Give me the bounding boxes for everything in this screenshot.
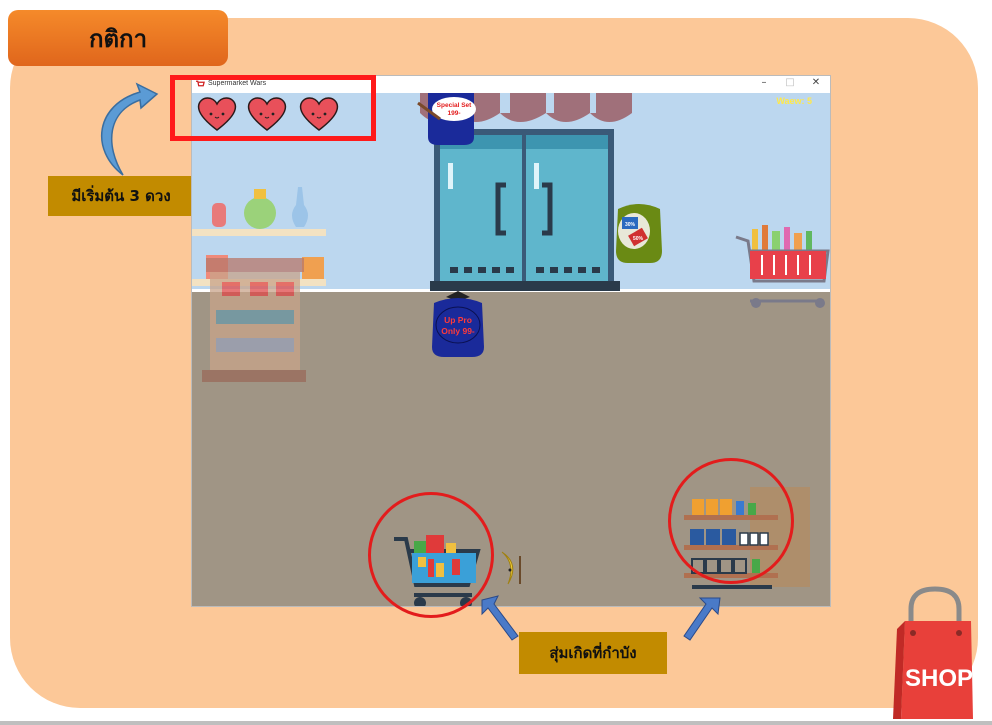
enemy-discount[interactable]: 30% 50% <box>610 203 668 267</box>
close-button[interactable]: ✕ <box>806 77 826 88</box>
enemy-label-line2: Only 99- <box>441 326 475 336</box>
shop-label[interactable]: SHOP <box>905 665 973 693</box>
enemy-special-set[interactable]: Special Set 199- <box>416 93 486 145</box>
slide-bottom-rule <box>0 721 992 725</box>
banana-player-icon[interactable] <box>496 548 526 588</box>
curved-arrow-icon <box>100 82 159 176</box>
enemy-label-line1: Up Pro <box>444 315 472 325</box>
hearts-callout: มีเริ่มต้น 3 ดวง <box>48 176 194 216</box>
spawn-callout: สุ่มเกิดที่กำบัง <box>519 632 667 674</box>
shop-bag-icon[interactable] <box>893 585 977 719</box>
cover-highlight-circle <box>368 492 494 618</box>
minimize-button[interactable]: – <box>754 77 774 88</box>
enemy-label-line2: 50% <box>633 236 644 242</box>
cover-highlight-circle <box>668 458 794 584</box>
slide-title-tab: กติกา <box>8 10 228 66</box>
enemy-label-line2: 199- <box>447 110 460 117</box>
up-arrow-icon <box>481 595 519 641</box>
enemy-up-pro[interactable]: Up Pro Only 99- <box>428 291 488 357</box>
enemy-label-line1: 30% <box>625 222 636 228</box>
wave-counter: Waew: 5 <box>776 96 812 106</box>
maximize-button[interactable]: □ <box>780 77 800 88</box>
hearts-highlight-box <box>170 75 376 141</box>
enemy-label-line1: Special Set <box>437 102 473 109</box>
up-arrow-icon <box>683 597 721 641</box>
shopping-basket-icon <box>735 225 830 308</box>
display-case-icon <box>202 258 306 382</box>
